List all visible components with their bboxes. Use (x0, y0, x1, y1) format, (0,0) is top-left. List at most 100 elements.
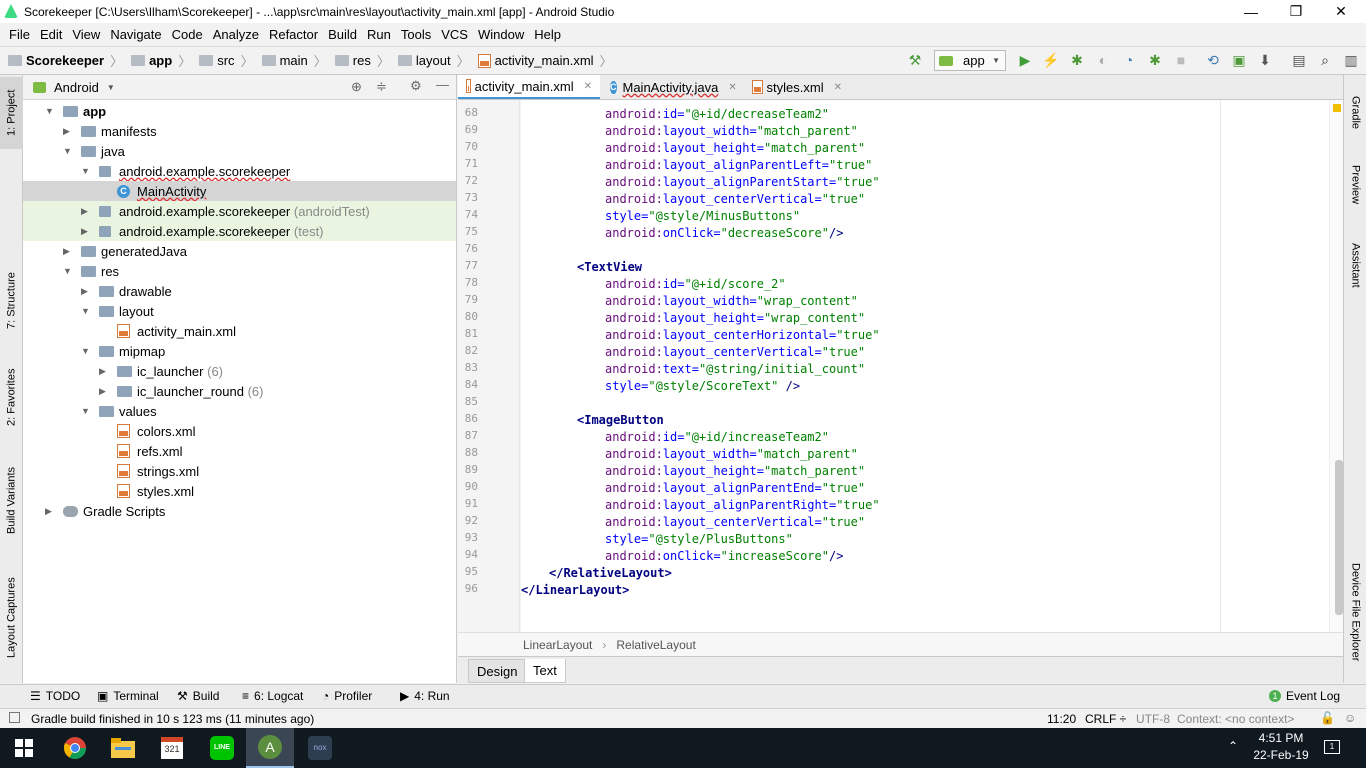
minimize-button[interactable]: — (1228, 0, 1274, 23)
maximize-button[interactable]: ❐ (1273, 0, 1319, 23)
tool-tab-preview[interactable]: Preview (1344, 155, 1366, 215)
stop-icon[interactable]: ■ (1171, 50, 1191, 70)
clock-time[interactable]: 4:51 PM (1256, 731, 1306, 745)
avd-manager-icon[interactable]: ▣ (1229, 50, 1249, 70)
collapsed-arrow-icon[interactable]: ▶ (99, 386, 106, 397)
clock-date[interactable]: 22-Feb-19 (1252, 748, 1310, 762)
tree-item[interactable]: strings.xml (23, 461, 456, 481)
tree-item[interactable]: ▶ drawable (23, 281, 456, 301)
code-line[interactable]: android:id="@+id/score_2" (605, 276, 786, 293)
menu-file[interactable]: File (4, 27, 35, 42)
breadcrumb-layout[interactable]: layout 〉 (397, 51, 470, 70)
tool-tab-assistant[interactable]: Assistant (1344, 233, 1366, 297)
hide-icon[interactable]: — (436, 77, 449, 92)
tab-design[interactable]: Design (468, 659, 527, 683)
tool-build[interactable]: ⚒ Build (177, 689, 219, 703)
code-line[interactable]: </LinearLayout> (521, 582, 629, 599)
expanded-arrow-icon[interactable]: ▼ (81, 166, 90, 176)
code-line[interactable]: android:layout_alignParentStart="true" (605, 174, 880, 191)
tree-item[interactable]: ▼ values (23, 401, 456, 421)
close-icon[interactable]: ✕ (834, 82, 842, 93)
code-line[interactable]: style="@style/ScoreText" /> (605, 378, 800, 395)
menu-navigate[interactable]: Navigate (105, 27, 166, 42)
close-button[interactable]: ✕ (1318, 0, 1364, 23)
tool-profiler[interactable]: ◔ Profiler (322, 689, 372, 703)
code-line[interactable]: <ImageButton (577, 412, 664, 429)
sync-gradle-icon[interactable]: ⟲ (1203, 50, 1223, 70)
code-line[interactable]: android:layout_centerVertical="true" (605, 191, 865, 208)
breadcrumb-project[interactable]: Scorekeeper 〉 (8, 51, 123, 70)
collapsed-arrow-icon[interactable]: ▶ (81, 206, 88, 217)
tool-tab-build-variants[interactable]: Build Variants (0, 455, 23, 545)
menu-edit[interactable]: Edit (35, 27, 67, 42)
code-line[interactable]: </RelativeLayout> (549, 565, 672, 582)
coverage-icon[interactable]: ◐ (1093, 50, 1113, 70)
tool-run[interactable]: ▶ 4: Run (400, 689, 450, 703)
tree-item[interactable]: ▶ ic_launcher (6) (23, 361, 456, 381)
code-line[interactable]: android:id="@+id/increaseTeam2" (605, 429, 829, 446)
apply-changes-icon[interactable]: ⚡ (1041, 50, 1061, 70)
line-app-icon[interactable]: LINE (198, 728, 246, 768)
tool-todo[interactable]: ☰ TODO (30, 689, 80, 703)
code-line[interactable]: android:layout_width="match_parent" (605, 446, 858, 463)
close-icon[interactable]: ✕ (584, 81, 592, 92)
tab-activity-main[interactable]: activity_main.xml ✕ (458, 75, 600, 99)
tree-item[interactable]: ▶ manifests (23, 121, 456, 141)
tree-item[interactable]: activity_main.xml (23, 321, 456, 341)
code-line[interactable]: style="@style/MinusButtons" (605, 208, 800, 225)
code-line[interactable]: android:text="@string/initial_count" (605, 361, 865, 378)
sdk-manager-icon[interactable]: ⬇ (1255, 50, 1275, 70)
code-editor[interactable]: android:id="@+id/decreaseTeam2" android:l… (521, 100, 1333, 632)
menu-code[interactable]: Code (167, 27, 208, 42)
code-line[interactable]: android:layout_centerVertical="true" (605, 514, 865, 531)
inspector-icon[interactable]: ☺ (1344, 711, 1356, 725)
tree-item[interactable]: ▼ app (23, 101, 456, 121)
tool-windows-toggle-icon[interactable] (9, 712, 20, 723)
expanded-arrow-icon[interactable]: ▼ (81, 346, 90, 356)
tree-item[interactable]: colors.xml (23, 421, 456, 441)
breadcrumb-linear-layout[interactable]: LinearLayout (523, 638, 592, 652)
tree-item[interactable]: C MainActivity (23, 181, 456, 201)
chevron-up-icon[interactable]: ⌃ (1228, 739, 1238, 753)
collapsed-arrow-icon[interactable]: ▶ (81, 226, 88, 237)
nox-player-icon[interactable]: nox (296, 728, 344, 768)
tool-tab-project[interactable]: 1: Project (0, 77, 23, 149)
tree-item[interactable]: ▶ Gradle Scripts (23, 501, 456, 521)
attach-debugger-icon[interactable]: ✱ (1145, 50, 1165, 70)
status-message[interactable]: Gradle build finished in 10 s 123 ms (11… (31, 712, 314, 726)
tool-terminal[interactable]: ▣ Terminal (97, 689, 159, 703)
close-icon[interactable]: ✕ (728, 82, 736, 93)
menu-build[interactable]: Build (323, 27, 362, 42)
collapsed-arrow-icon[interactable]: ▶ (81, 286, 88, 297)
file-encoding[interactable]: UTF-8 (1136, 712, 1170, 726)
tree-item[interactable]: ▶ android.example.scorekeeper (test) (23, 221, 456, 241)
profile-icon[interactable]: ◔ (1119, 50, 1139, 70)
expanded-arrow-icon[interactable]: ▼ (63, 146, 72, 156)
error-stripe[interactable] (1329, 100, 1343, 632)
breadcrumb-app[interactable]: app 〉 (131, 51, 191, 70)
code-line[interactable]: android:layout_alignParentLeft="true" (605, 157, 872, 174)
scrollbar-thumb[interactable] (1335, 460, 1343, 615)
expanded-arrow-icon[interactable]: ▼ (45, 106, 54, 116)
tree-item[interactable]: ▶ generatedJava (23, 241, 456, 261)
tree-item[interactable]: ▼ layout (23, 301, 456, 321)
breadcrumb-main[interactable]: main 〉 (261, 51, 327, 70)
code-line[interactable]: android:onClick="increaseScore"/> (605, 548, 843, 565)
gear-icon[interactable]: ⚙ (410, 78, 422, 94)
code-line[interactable]: android:layout_height="wrap_content" (605, 310, 865, 327)
locate-icon[interactable]: ⊕ (351, 79, 362, 95)
menu-help[interactable]: Help (529, 27, 566, 42)
menu-tools[interactable]: Tools (396, 27, 436, 42)
make-project-hammer-icon[interactable]: ⚒ (905, 50, 925, 70)
tool-event-log[interactable]: 1 Event Log (1269, 689, 1340, 703)
breadcrumb-relative-layout[interactable]: RelativeLayout (616, 638, 695, 652)
tab-text[interactable]: Text (524, 659, 566, 683)
menu-view[interactable]: View (67, 27, 105, 42)
search-icon[interactable]: ⌕ (1315, 50, 1335, 70)
tab-main-activity[interactable]: C MainActivity.java ✕ (602, 75, 742, 99)
lock-icon[interactable]: 🔓 (1320, 711, 1335, 725)
tool-tab-layout-captures[interactable]: Layout Captures (0, 565, 23, 670)
tab-styles[interactable]: styles.xml ✕ (744, 75, 850, 99)
code-line[interactable]: android:id="@+id/decreaseTeam2" (605, 106, 829, 123)
tree-item[interactable]: ▼ java (23, 141, 456, 161)
